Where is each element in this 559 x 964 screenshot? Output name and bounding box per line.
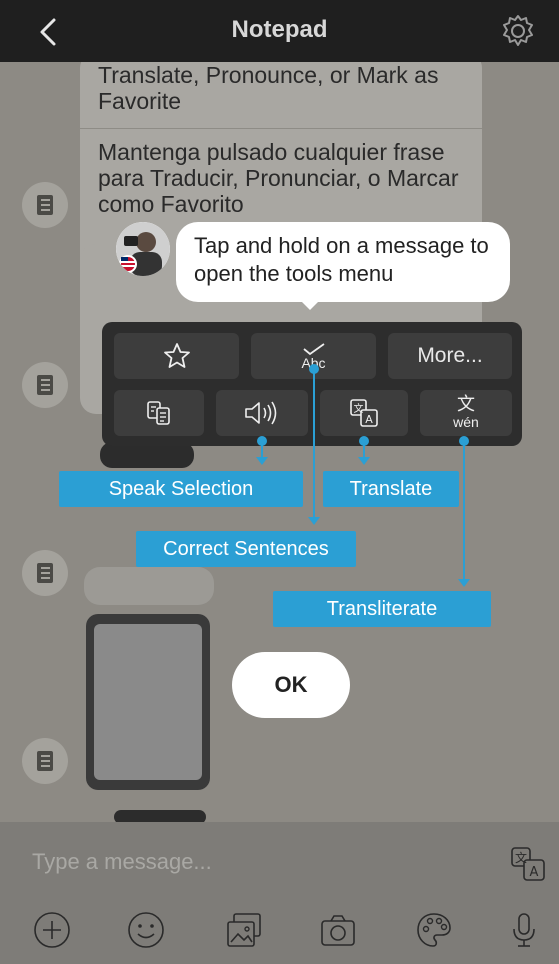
avatar-photo-icon [116, 222, 170, 276]
svg-text:A: A [530, 865, 539, 880]
coach-hint: Tap and hold on a message to open the to… [176, 222, 510, 302]
notebook-icon [37, 375, 53, 395]
emoji-button[interactable] [126, 910, 166, 950]
microphone-button[interactable] [504, 910, 544, 950]
composer-bar: Type a message... 文 A [0, 822, 559, 964]
speak-button[interactable] [216, 390, 308, 436]
connector-arrow-correct [308, 517, 320, 525]
connector-line-correct [313, 368, 315, 518]
connector-arrow-translate [358, 457, 370, 465]
divider [80, 128, 482, 129]
translate-icon: 文 A [511, 847, 545, 881]
message-text-spanish: Mantenga pulsado cualquier frase para Tr… [98, 139, 459, 217]
connector-arrow-speak [256, 457, 268, 465]
hint-pointer [298, 298, 322, 310]
favorite-button[interactable] [114, 333, 239, 379]
callout-correct-sentences: Correct Sentences [136, 531, 356, 567]
user-avatar [116, 222, 170, 276]
page-title: Notepad [231, 16, 328, 43]
image-thumbnail[interactable] [114, 810, 206, 822]
thumbnail-screen [94, 624, 202, 780]
translate-icon: 文 A [350, 399, 378, 427]
callout-translate: Translate [323, 471, 459, 507]
more-label: More... [417, 344, 483, 367]
message-text-english: Translate, Pronounce, or Mark as Favorit… [98, 62, 439, 114]
composer-translate-button[interactable]: 文 A [508, 844, 548, 884]
svg-text:A: A [365, 413, 373, 426]
camera-icon [321, 915, 355, 946]
more-button[interactable]: More... [388, 333, 512, 379]
notepad-avatar [22, 182, 68, 228]
add-button[interactable] [32, 910, 72, 950]
copy-button[interactable] [114, 390, 204, 436]
callout-speak-selection: Speak Selection [59, 471, 303, 507]
emoji-icon [128, 912, 164, 948]
copy-text-icon [147, 401, 170, 425]
notepad-avatar [22, 362, 68, 408]
notebook-icon [37, 563, 53, 583]
microphone-icon [513, 913, 535, 947]
message-bubble[interactable] [84, 567, 214, 605]
notebook-icon [37, 751, 53, 771]
message-input[interactable]: Type a message... [32, 842, 472, 882]
connector-line-speak [261, 440, 263, 458]
star-icon [163, 343, 190, 368]
callout-transliterate: Transliterate [273, 591, 491, 627]
settings-button[interactable] [500, 13, 536, 49]
image-thumbnail[interactable] [86, 614, 210, 790]
tools-menu: Abc More... 文 A 文 wén [102, 322, 522, 446]
palette-button[interactable] [414, 910, 454, 950]
ok-button[interactable]: OK [232, 652, 350, 718]
speaker-icon [245, 401, 277, 425]
plus-icon [34, 912, 70, 948]
palette-icon [417, 913, 451, 947]
checkmark-icon [302, 343, 325, 356]
connector-line-translate [363, 440, 365, 458]
svg-text:文: 文 [354, 402, 364, 415]
gallery-icon [227, 913, 261, 947]
notebook-icon [37, 195, 53, 215]
camera-button[interactable] [318, 910, 358, 950]
notepad-avatar [22, 550, 68, 596]
transliterate-glyph: 文 [457, 394, 475, 415]
connector-arrow-transliterate [458, 579, 470, 587]
transliterate-button[interactable]: 文 wén [420, 390, 512, 436]
notepad-avatar [22, 738, 68, 784]
svg-text:文: 文 [515, 850, 527, 865]
top-bar: Notepad [0, 0, 559, 62]
connector-line-transliterate [463, 440, 465, 580]
transliterate-pinyin: wén [453, 414, 479, 430]
translate-button[interactable]: 文 A [320, 390, 408, 436]
gear-icon [503, 15, 533, 46]
gallery-button[interactable] [224, 910, 264, 950]
